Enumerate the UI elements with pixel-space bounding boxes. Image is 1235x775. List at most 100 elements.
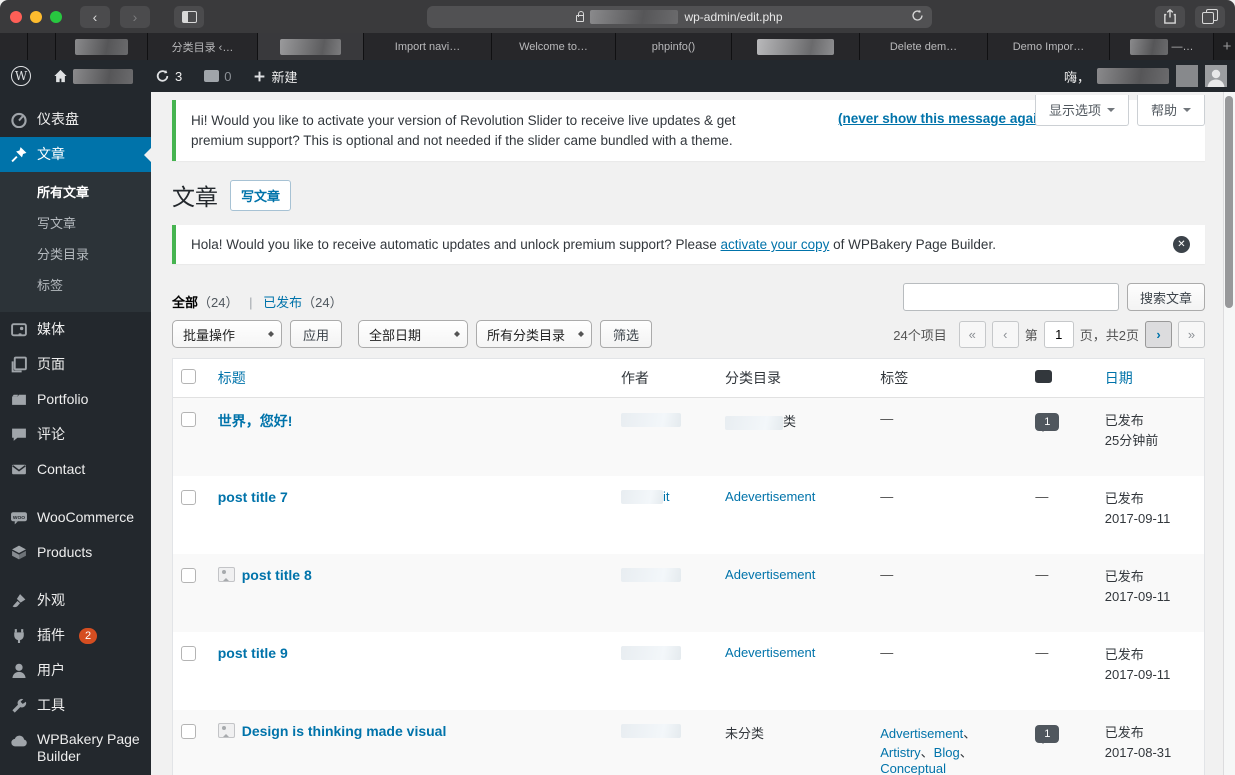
search-posts-button[interactable]: 搜索文章 (1126, 283, 1205, 312)
submenu-item-1[interactable]: 写文章 (0, 207, 151, 238)
submenu-item-0[interactable]: 所有文章 (0, 176, 151, 207)
browser-tab-2[interactable] (56, 33, 148, 60)
bulk-actions-select[interactable]: 批量操作 (172, 320, 282, 349)
sidebar-item-media[interactable]: 媒体 (0, 312, 151, 347)
browser-tab-6[interactable]: Welcome to… (492, 33, 616, 60)
post-title-link[interactable]: Design is thinking made visual (242, 723, 447, 739)
submenu-item-2[interactable]: 分类目录 (0, 238, 151, 269)
window-controls (10, 10, 62, 23)
forward-button[interactable]: › (120, 5, 150, 28)
comments-menu[interactable]: 0 (193, 60, 242, 92)
submenu-item-3[interactable]: 标签 (0, 269, 151, 300)
date-filter-select[interactable]: 全部日期 (358, 320, 469, 349)
post-row-3: post title 9 Adevertisement — — 已发布 2017-09-1… (173, 632, 1204, 710)
sidebar-item-portfolio[interactable]: Portfolio (0, 382, 151, 417)
browser-tab-5[interactable]: Import navi… (364, 33, 492, 60)
sidebar-item-comments[interactable]: 评论 (0, 417, 151, 452)
current-page-input[interactable] (1043, 320, 1074, 348)
post-date: 2017-09-11 (1104, 588, 1171, 604)
comment-count-bubble[interactable]: 1 (1035, 724, 1060, 744)
sidebar-item-tools[interactable]: 工具 (0, 688, 151, 723)
sidebar-item-products[interactable]: Products (0, 535, 151, 570)
site-name-menu[interactable] (42, 60, 144, 92)
view-all-link[interactable]: 全部 (172, 295, 198, 310)
browser-tab-0[interactable] (0, 33, 28, 60)
category-link[interactable]: Adevertisement (725, 645, 815, 660)
minimize-window-button[interactable] (30, 10, 42, 23)
tag-link[interactable]: Conceptual (880, 761, 946, 775)
filter-button[interactable]: 筛选 (600, 320, 653, 349)
sidebar-item-pages[interactable]: 页面 (0, 347, 151, 382)
wpbakery-notice: Hola! Would you like to receive automati… (172, 225, 1205, 265)
browser-tab-11[interactable]: —… (1110, 33, 1214, 60)
sidebar-item-appearance[interactable]: 外观 (0, 583, 151, 618)
plug-icon (9, 626, 28, 645)
browser-tab-7[interactable]: phpinfo() (616, 33, 732, 60)
post-title-link[interactable]: post title 7 (218, 489, 288, 505)
thumbnail-icon (217, 722, 235, 738)
tag-link[interactable]: Advertisement (880, 726, 963, 741)
sidebar-item-contact[interactable]: Contact (0, 452, 151, 487)
browser-tab-8[interactable] (732, 33, 860, 60)
tab-overview-button[interactable] (1195, 5, 1225, 28)
sidebar-item-users[interactable]: 用户 (0, 653, 151, 688)
search-input[interactable] (902, 283, 1119, 312)
comment-count-bubble[interactable]: 1 (1035, 413, 1060, 433)
sidebar-toggle-button[interactable] (174, 5, 204, 28)
browser-tab-9[interactable]: Delete dem… (860, 33, 988, 60)
post-title-link[interactable]: post title 9 (218, 645, 288, 661)
tag-link[interactable]: Blog (934, 745, 960, 760)
browser-tab-3[interactable]: 分类目录 ‹… (148, 33, 258, 60)
address-bar[interactable]: wp-admin/edit.php (427, 5, 932, 28)
row-checkbox[interactable] (181, 412, 196, 428)
apply-button[interactable]: 应用 (290, 320, 343, 349)
close-window-button[interactable] (10, 10, 22, 23)
back-button[interactable]: ‹ (80, 5, 110, 28)
sidebar-item-dashboard[interactable]: 仪表盘 (0, 102, 151, 137)
last-page-button[interactable]: » (1178, 320, 1205, 348)
prev-page-button[interactable]: ‹ (991, 320, 1019, 348)
row-checkbox[interactable] (181, 489, 196, 505)
notice-text: Hi! Would you like to activate your vers… (191, 113, 736, 148)
sidebar-item-posts[interactable]: 文章 (0, 137, 151, 172)
view-published-link[interactable]: 已发布 (263, 295, 302, 310)
sidebar-item-wpbakery[interactable]: WPBakery Page Builder (0, 723, 151, 773)
sidebar-item-plugins[interactable]: 插件 2 (0, 618, 151, 653)
sidebar-item-woocommerce[interactable]: WOO WooCommerce (0, 500, 151, 535)
post-title-link[interactable]: 世界，您好! (218, 413, 293, 429)
never-show-again-link[interactable]: (never show this message again) X (838, 111, 1062, 126)
my-account-menu[interactable]: 嗨， (1064, 65, 1235, 87)
scrollbar-thumb[interactable] (1225, 96, 1233, 308)
column-date[interactable]: 日期 (1096, 359, 1204, 399)
zoom-window-button[interactable] (50, 10, 62, 23)
scrollbar[interactable] (1223, 92, 1235, 775)
help-button[interactable]: 帮助 (1136, 95, 1205, 126)
row-checkbox[interactable] (181, 723, 196, 739)
author-link[interactable]: it (663, 489, 670, 504)
next-page-button[interactable]: › (1145, 320, 1172, 348)
browser-tab-4[interactable] (258, 33, 364, 60)
reload-icon[interactable] (911, 9, 924, 22)
new-content-menu[interactable]: 新建 (242, 60, 308, 92)
new-tab-button[interactable]: + (1214, 33, 1235, 60)
row-checkbox[interactable] (181, 567, 196, 583)
screen-options-button[interactable]: 显示选项 (1034, 95, 1129, 126)
category-link[interactable]: Adevertisement (725, 489, 815, 504)
browser-tab-10[interactable]: Demo Impor… (988, 33, 1110, 60)
tab-strip: 分类目录 ‹… Import navi… Welcome to… phpinfo() D… (0, 33, 1235, 60)
dismiss-notice-button[interactable]: ✕ (1173, 236, 1190, 254)
row-checkbox[interactable] (181, 645, 196, 661)
first-page-button[interactable]: « (958, 320, 986, 348)
activate-copy-link[interactable]: activate your copy (721, 237, 830, 252)
updates-menu[interactable]: 3 (144, 60, 193, 92)
tag-link[interactable]: Artistry (880, 745, 920, 760)
wp-logo-menu[interactable]: W (0, 60, 42, 92)
browser-tab-1[interactable] (28, 33, 56, 60)
add-new-post-button[interactable]: 写文章 (230, 179, 292, 211)
category-link[interactable]: Adevertisement (725, 567, 815, 582)
category-filter-select[interactable]: 所有分类目录 (476, 320, 593, 349)
share-button[interactable] (1155, 5, 1185, 28)
post-title-link[interactable]: post title 8 (242, 567, 312, 583)
select-all-checkbox[interactable] (181, 369, 196, 385)
column-title[interactable]: 标题 (209, 359, 613, 399)
